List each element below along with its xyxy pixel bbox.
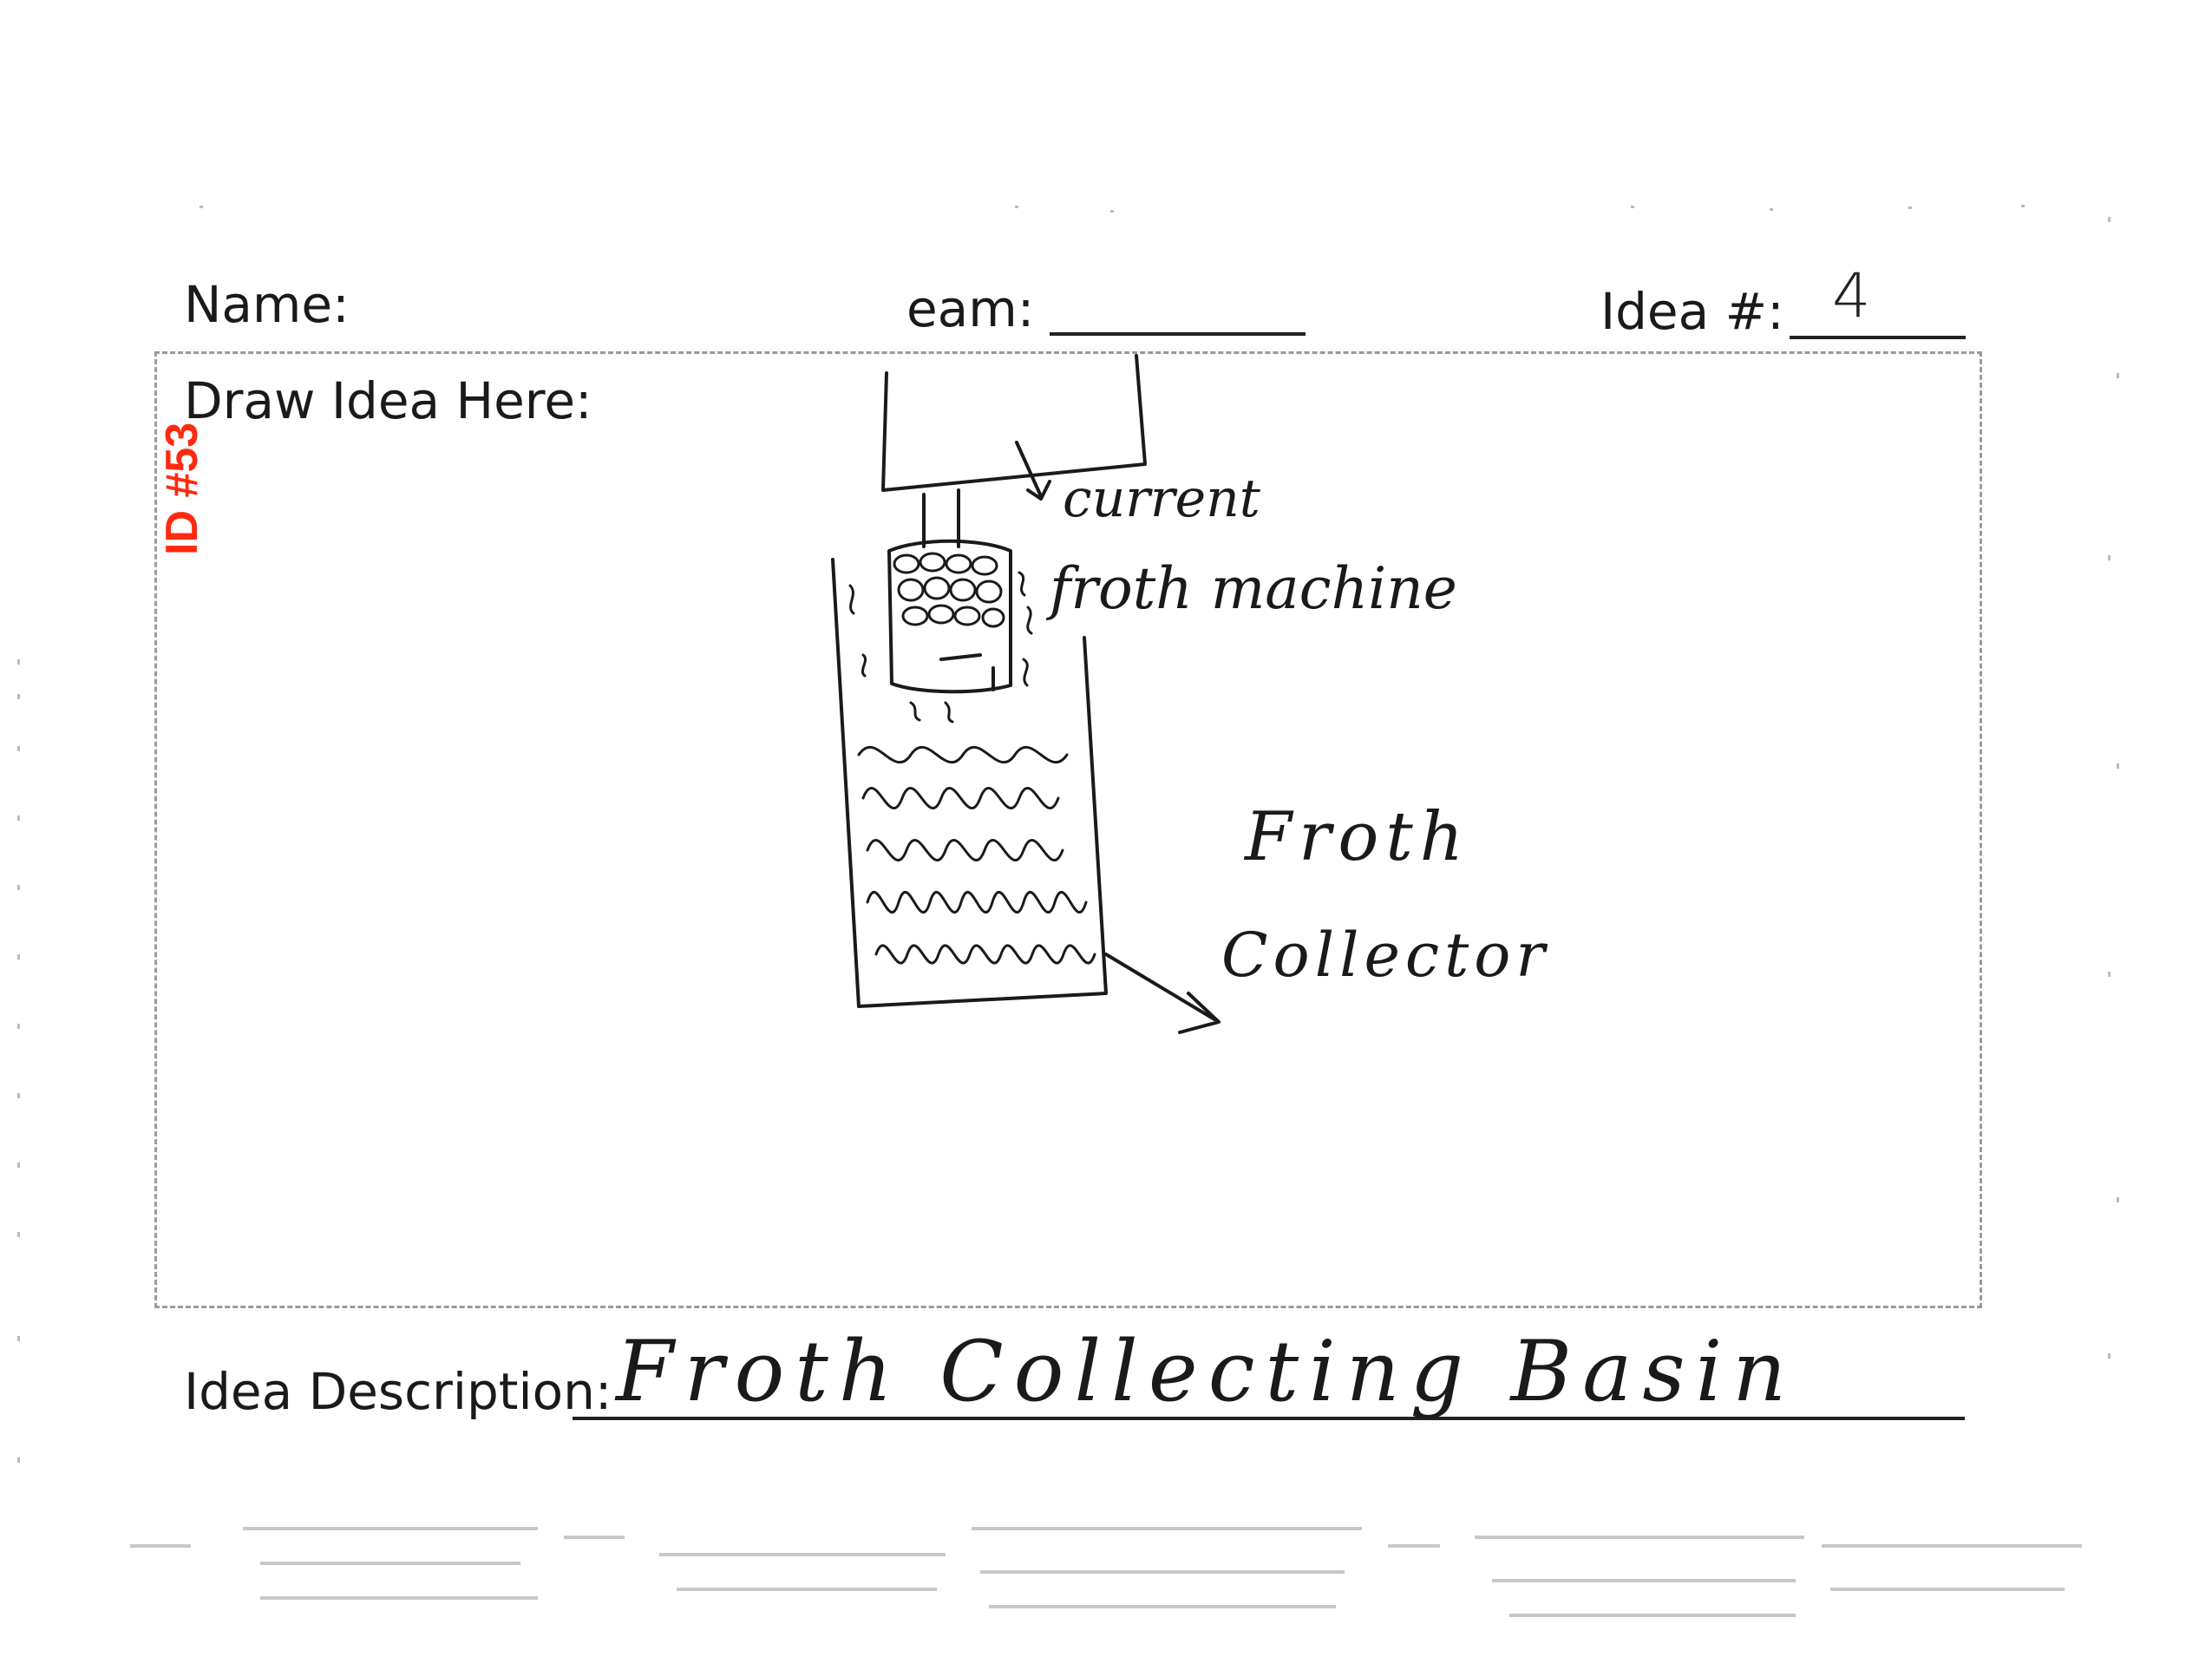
collector-basin xyxy=(831,558,1108,1008)
id-stamp: ID #53 xyxy=(157,422,207,555)
team-field-line[interactable] xyxy=(1050,332,1306,336)
container-bubbles xyxy=(893,552,1005,628)
idea-description-value: Froth Collecting Basin xyxy=(616,1323,1797,1420)
annotation-froth: Froth xyxy=(1245,798,1470,876)
idea-number-field-line[interactable] xyxy=(1790,336,1966,339)
team-label: eam: xyxy=(906,279,1035,338)
draw-area-label: Draw Idea Here: xyxy=(184,371,592,430)
idea-description-label: Idea Description: xyxy=(184,1362,612,1421)
idea-number-value: 4 xyxy=(1832,260,1871,331)
basin-foam xyxy=(848,571,1096,965)
collector-arrow xyxy=(1104,953,1221,1034)
annotation-current: current xyxy=(1063,468,1260,529)
name-label: Name: xyxy=(184,275,350,334)
annotation-collector: Collector xyxy=(1221,920,1550,991)
machine-neck xyxy=(922,488,960,548)
annotation-froth-machine: froth machine xyxy=(1050,555,1457,622)
machine-arrow xyxy=(1015,441,1051,501)
inner-container-divider xyxy=(939,653,995,691)
idea-number-label: Idea #: xyxy=(1600,282,1784,341)
